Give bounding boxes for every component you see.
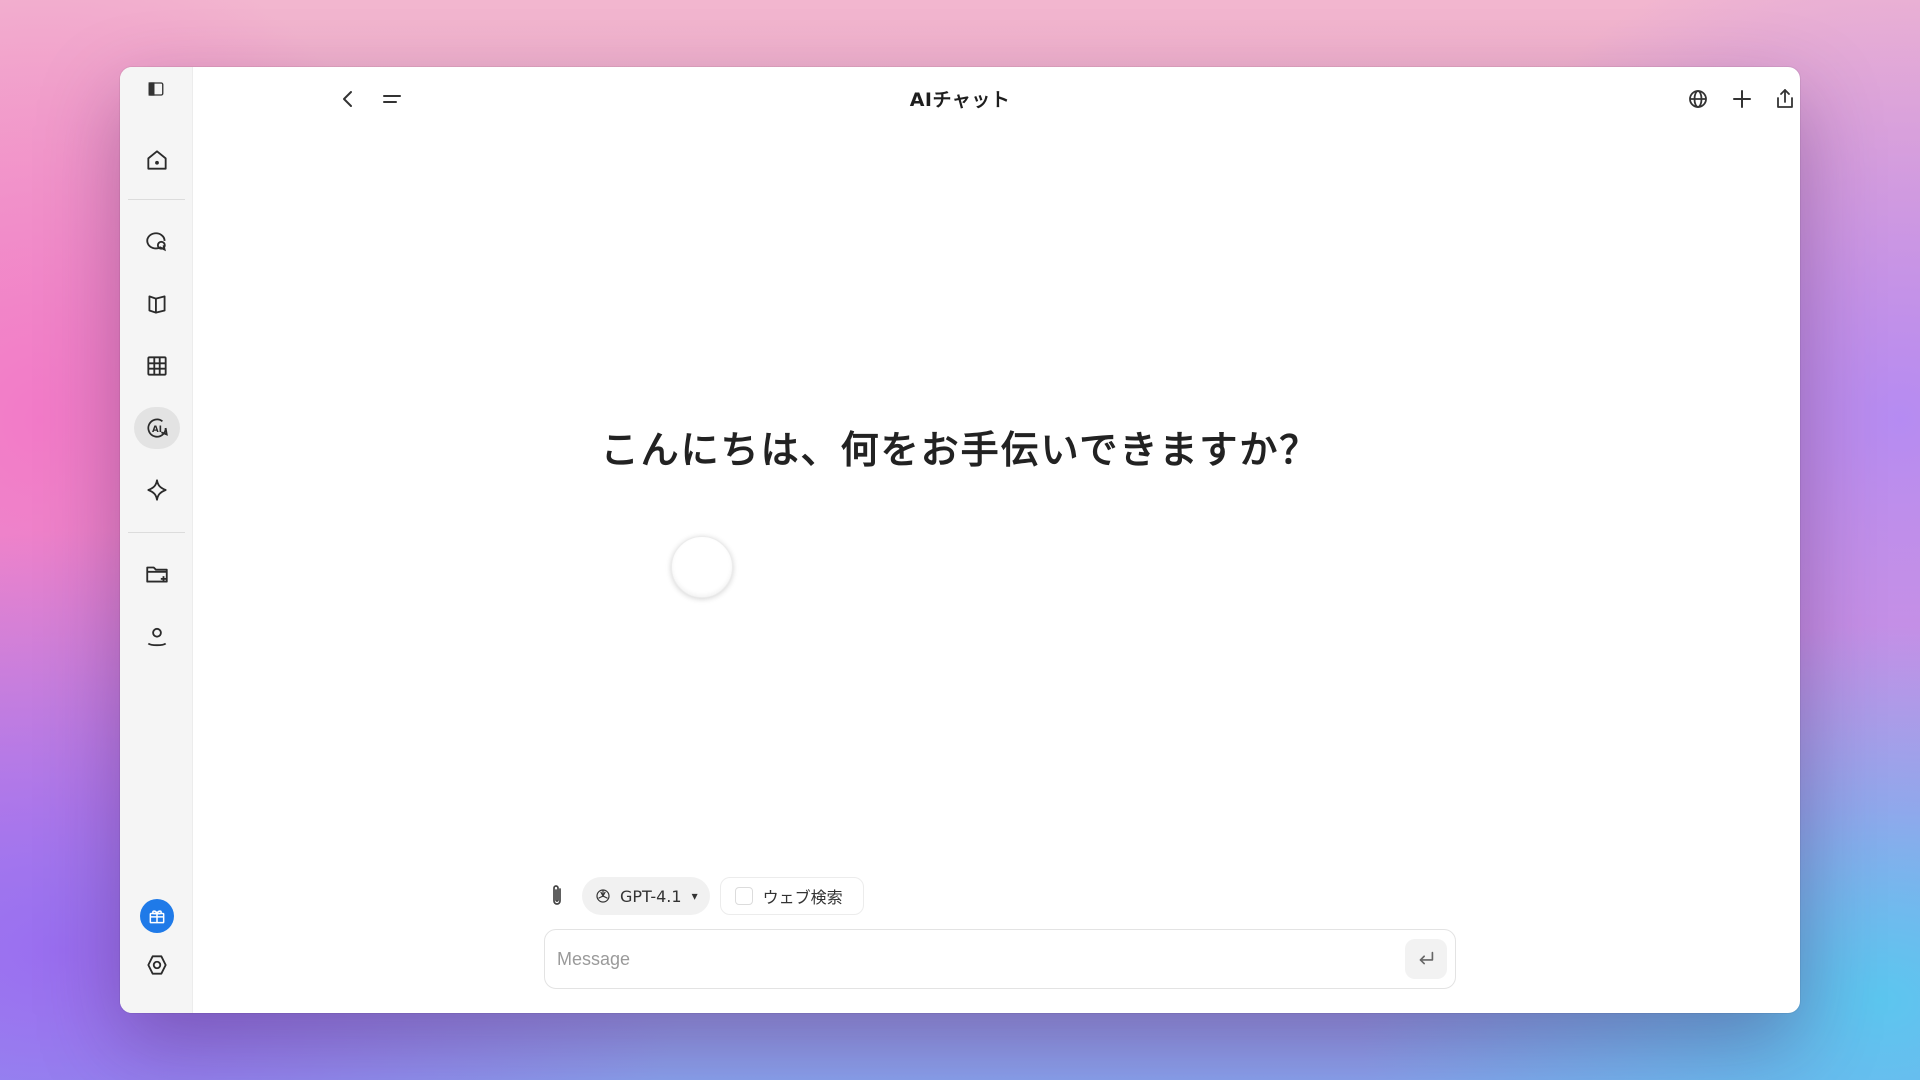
sidebar: AI [120,67,193,1013]
plus-icon [1733,90,1751,108]
folder-add-icon [146,566,168,583]
share-button[interactable] [1767,81,1800,117]
sidebar-item-home[interactable] [134,139,180,181]
sparkle-icon [147,479,167,501]
sidebar-divider [128,199,185,200]
user-icon [147,627,167,647]
message-composer [544,929,1456,989]
model-label: GPT-4.1 [620,886,682,906]
share-icon [1777,89,1793,108]
grid-table-icon [147,356,167,376]
sidebar-item-folder[interactable] [134,553,180,595]
gift-icon [149,910,165,924]
sidebar-item-sparkle[interactable] [134,469,180,511]
gift-button[interactable] [140,899,174,933]
attach-button[interactable] [542,878,572,914]
sidebar-item-user[interactable] [134,615,180,657]
loading-indicator [671,536,733,598]
language-button[interactable] [1680,81,1716,117]
sidebar-item-book[interactable] [134,283,180,325]
chevron-down-icon: ▾ [691,889,698,903]
send-button[interactable] [1405,939,1447,979]
message-input[interactable] [557,940,1377,978]
app-window: AI AIチャット こんにちは、何をお手伝いできますか？ GPT-4.1 ▾ ウ… [120,67,1800,1013]
sidebar-item-chat[interactable] [134,221,180,263]
settings-button[interactable] [134,944,180,986]
chat-bubble-icon [146,232,166,252]
greeting-heading: こんにちは、何をお手伝いできますか？ [600,428,1320,472]
openai-logo-icon [596,889,610,903]
new-chat-button[interactable] [1724,81,1760,117]
model-selector[interactable]: GPT-4.1 ▾ [582,877,710,915]
enter-icon [1419,951,1434,965]
sidebar-item-table[interactable] [134,345,180,387]
web-search-checkbox[interactable] [734,887,753,905]
globe-icon [1689,90,1707,108]
web-search-label: ウェブ検索 [762,888,843,907]
paperclip-icon [553,885,561,905]
settings-icon [147,955,167,975]
book-icon [148,295,166,314]
sidebar-divider [128,532,185,533]
page-title: AIチャット [909,89,1011,111]
composer-toolbar: GPT-4.1 ▾ ウェブ検索 [542,877,864,915]
home-icon [147,150,167,170]
web-search-toggle[interactable]: ウェブ検索 [719,877,864,915]
